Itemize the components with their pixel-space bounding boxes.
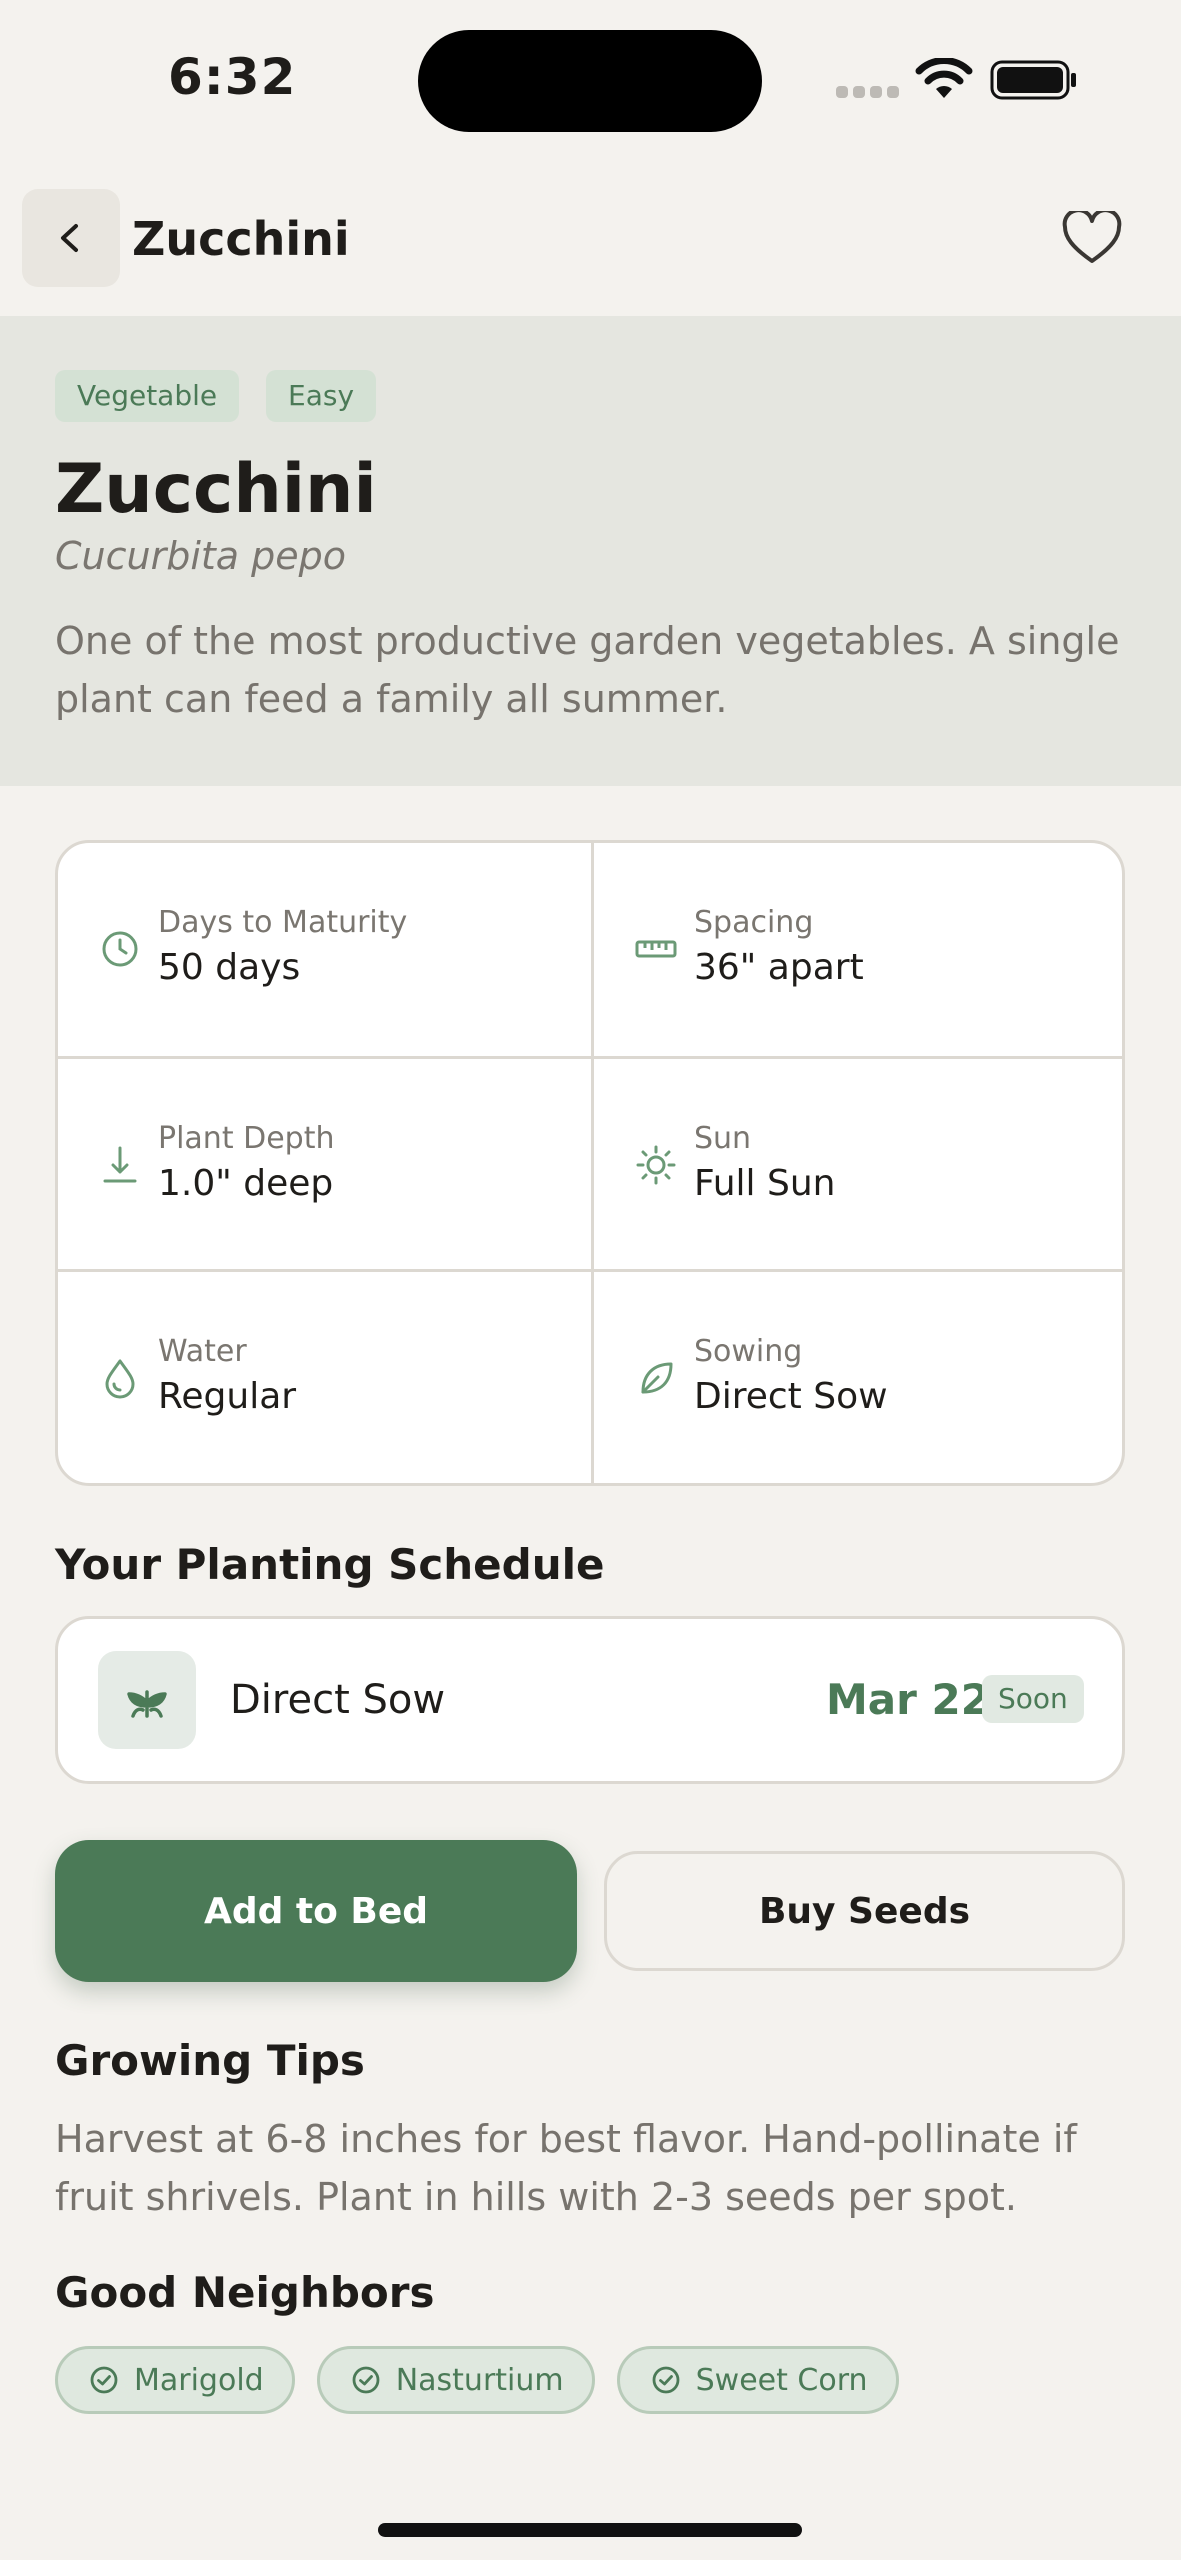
depth-arrow-icon xyxy=(103,1146,137,1183)
neighbor-label: Marigold xyxy=(134,2362,264,2398)
sprout-icon xyxy=(127,1690,167,1718)
stat-sun: Sun Full Sun xyxy=(591,1056,1122,1269)
schedule-method: Direct Sow xyxy=(230,1677,446,1723)
schedule-date: Mar 22 xyxy=(826,1675,990,1724)
check-circle-icon xyxy=(90,2366,118,2394)
neighbor-chip-sweet-corn[interactable]: Sweet Corn xyxy=(616,2346,899,2414)
difficulty-tag: Easy xyxy=(266,370,377,422)
header: Zucchini xyxy=(0,160,1181,316)
schedule-section-title: Your Planting Schedule xyxy=(55,1540,605,1589)
neighbors-list: Marigold Nasturtium Sweet Corn xyxy=(55,2346,899,2414)
sun-icon xyxy=(636,1145,676,1185)
stat-sowing: Sowing Direct Sow xyxy=(591,1269,1122,1483)
status-bar: 6:32 xyxy=(0,0,1181,160)
ruler-icon xyxy=(635,940,677,958)
neighbor-label: Sweet Corn xyxy=(695,2362,868,2398)
stat-value: 1.0" deep xyxy=(158,1163,334,1204)
dynamic-island xyxy=(418,30,762,132)
schedule-status-badge: Soon xyxy=(982,1675,1084,1723)
plant-title: Zucchini xyxy=(55,450,377,529)
leaf-icon xyxy=(641,1362,673,1394)
plant-description: One of the most productive garden vegeta… xyxy=(55,619,1120,721)
stat-days-to-maturity: Days to Maturity 50 days xyxy=(58,843,591,1056)
neighbor-chip-nasturtium[interactable]: Nasturtium xyxy=(316,2346,595,2414)
clock-icon xyxy=(102,931,138,967)
check-circle-icon xyxy=(352,2366,380,2394)
growing-stats-card: Days to Maturity 50 days Spacing 36" apa… xyxy=(55,840,1125,1486)
stat-value: Direct Sow xyxy=(694,1376,888,1417)
stat-label: Days to Maturity xyxy=(158,905,408,940)
schedule-item[interactable]: Direct Sow Mar 22 Soon xyxy=(55,1616,1125,1784)
stat-value: 50 days xyxy=(158,947,301,988)
category-tag: Vegetable xyxy=(55,370,240,422)
neighbor-chip-marigold[interactable]: Marigold xyxy=(55,2346,295,2414)
stat-label: Water xyxy=(158,1334,247,1369)
neighbor-label: Nasturtium xyxy=(395,2362,564,2398)
stat-label: Sun xyxy=(694,1121,752,1156)
cellular-signal-icon xyxy=(836,86,900,98)
stat-value: Regular xyxy=(158,1376,297,1417)
buy-seeds-button[interactable]: Buy Seeds xyxy=(604,1851,1125,1971)
status-time: 6:32 xyxy=(168,48,297,106)
water-drop-icon xyxy=(105,1359,135,1399)
schedule-icon-box xyxy=(98,1651,196,1749)
stat-value: 36" apart xyxy=(694,947,864,988)
stat-label: Plant Depth xyxy=(158,1121,335,1156)
stat-water: Water Regular xyxy=(58,1269,591,1483)
plant-latin-name: Cucurbita pepo xyxy=(55,534,347,578)
neighbors-section-title: Good Neighbors xyxy=(55,2268,435,2317)
home-indicator[interactable] xyxy=(378,2523,802,2537)
stat-value: Full Sun xyxy=(694,1163,836,1204)
stat-label: Spacing xyxy=(694,905,814,940)
plant-hero: Vegetable Easy Zucchini Cucurbita pepo O… xyxy=(0,316,1181,786)
back-button[interactable] xyxy=(22,189,120,287)
tips-text: Harvest at 6-8 inches for best flavor. H… xyxy=(55,2117,1077,2219)
add-to-bed-button[interactable]: Add to Bed xyxy=(55,1840,577,1982)
battery-icon xyxy=(990,60,1076,100)
header-title: Zucchini xyxy=(132,212,350,266)
heart-outline-icon xyxy=(1062,211,1122,263)
stat-spacing: Spacing 36" apart xyxy=(591,843,1122,1056)
wifi-icon xyxy=(915,58,973,98)
chevron-left-icon xyxy=(61,224,78,252)
check-circle-icon xyxy=(652,2366,680,2394)
stat-label: Sowing xyxy=(694,1334,803,1369)
tips-section-title: Growing Tips xyxy=(55,2036,365,2085)
stat-plant-depth: Plant Depth 1.0" deep xyxy=(58,1056,591,1269)
favorite-button[interactable] xyxy=(1054,204,1130,272)
